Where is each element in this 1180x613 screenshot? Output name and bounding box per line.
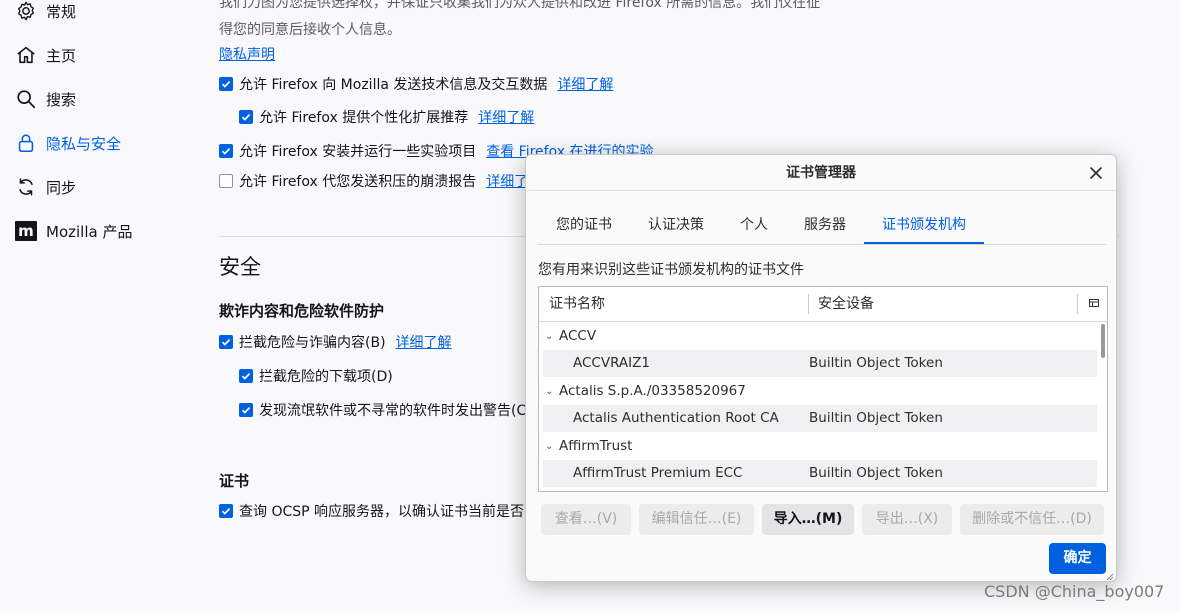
checkbox-label: 拦截危险与诈骗内容(B) [239, 335, 386, 351]
certificates-heading: 证书 [219, 472, 250, 490]
checkbox[interactable] [219, 504, 233, 518]
checkbox-label: 允许 Firefox 向 Mozilla 发送技术信息及交互数据 [239, 77, 548, 93]
sidebar-item-label: Mozilla 产品 [46, 222, 133, 241]
resize-grip-icon[interactable] [1104, 569, 1114, 581]
sidebar-item-sync[interactable]: 同步 [14, 172, 76, 202]
checkbox-label: 允许 Firefox 提供个性化扩展推荐 [259, 110, 469, 126]
sidebar-item-general[interactable]: 常规 [14, 0, 76, 26]
lock-icon [14, 131, 38, 155]
extension-recommend-option: 允许 Firefox 提供个性化扩展推荐 详细了解 [239, 107, 534, 127]
certificate-actions: 查看…(V) 编辑信任…(E) 导入…(M) 导出…(X) 删除或不信任…(D) [541, 504, 1107, 536]
certificate-manager-dialog: 证书管理器 您的证书 认证决策 个人 服务器 证书颁发机构 您有用来识别这些证书… [525, 154, 1117, 582]
tree-group-row[interactable]: ⌄ Actalis S.p.A./03358520967 [539, 378, 1097, 405]
group-name: ACCV [559, 328, 597, 344]
sidebar-item-label: 同步 [46, 178, 77, 197]
certificate-name: ACCVRAIZ1 [573, 355, 650, 371]
gear-icon [14, 0, 38, 23]
chevron-down-icon[interactable]: ⌄ [545, 378, 553, 405]
certificate-tabs: 您的证书 认证决策 个人 服务器 证书颁发机构 [538, 207, 1106, 245]
block-dangerous-downloads-option: 拦截危险的下载项(D) [239, 366, 393, 386]
certificate-name: Actalis Authentication Root CA [573, 410, 779, 426]
tab-your-certificates[interactable]: 您的证书 [538, 207, 630, 244]
certificate-row[interactable]: AffirmTrust Premium ECC Builtin Object T… [543, 460, 1097, 487]
home-icon [14, 43, 38, 67]
checkbox-label: 允许 Firefox 代您发送积压的崩溃报告 [239, 174, 477, 190]
sidebar-item-search[interactable]: 搜索 [14, 84, 76, 114]
privacy-notice-link[interactable]: 隐私声明 [219, 44, 275, 64]
tree-group-row[interactable]: ⌄ AffirmTrust [539, 433, 1097, 460]
checkbox[interactable] [239, 110, 253, 124]
privacy-intro-line1: 我们力图为您提供选择权，并保证只收集我们为众人提供和改进 Firefox 所需的… [219, 0, 821, 11]
sidebar-item-label: 隐私与安全 [46, 134, 122, 153]
crash-reports-option: 允许 Firefox 代您发送积压的崩溃报告 详细了解 [219, 171, 542, 191]
chevron-down-icon[interactable]: ⌄ [545, 323, 553, 350]
certificate-tree[interactable]: 证书名称 安全设备 ⌄ ACCV ACCVRAIZ1 Builtin Objec… [538, 286, 1108, 492]
tab-authorities[interactable]: 证书颁发机构 [864, 207, 984, 244]
import-button[interactable]: 导入…(M) [762, 504, 854, 535]
learn-more-link[interactable]: 详细了解 [396, 332, 452, 352]
security-device: Builtin Object Token [809, 355, 943, 371]
checkbox[interactable] [219, 174, 233, 188]
dialog-title: 证书管理器 [526, 155, 1116, 191]
watermark: CSDN @China_boy007 [984, 582, 1165, 601]
checkbox[interactable] [219, 144, 233, 158]
telemetry-option: 允许 Firefox 向 Mozilla 发送技术信息及交互数据 详细了解 [219, 74, 613, 94]
tab-people[interactable]: 个人 [722, 207, 786, 244]
sidebar-item-privacy[interactable]: 隐私与安全 [14, 128, 121, 158]
warn-unwanted-software-option: 发现流氓软件或不寻常的软件时发出警告(C) [239, 400, 532, 420]
checkbox[interactable] [239, 403, 253, 417]
checkbox[interactable] [219, 335, 233, 349]
export-button[interactable]: 导出…(X) [862, 504, 952, 535]
settings-sidebar: 常规 主页 搜索 隐私与安全 同步 m Mozilla 产品 [0, 0, 200, 613]
search-icon [14, 87, 38, 111]
checkbox-label: 查询 OCSP 响应服务器，以确认证书当前是否有效 [239, 504, 553, 520]
checkbox[interactable] [239, 369, 253, 383]
column-picker-icon[interactable] [1087, 296, 1101, 310]
ocsp-option: 查询 OCSP 响应服务器，以确认证书当前是否有效 [219, 501, 552, 521]
fraud-protection-heading: 欺诈内容和危险软件防护 [219, 302, 385, 320]
block-dangerous-content-option: 拦截危险与诈骗内容(B) 详细了解 [219, 332, 452, 352]
checkbox-label: 拦截危险的下载项(D) [259, 369, 393, 385]
sidebar-item-mozilla-products[interactable]: m Mozilla 产品 [14, 216, 132, 246]
checkbox-label: 发现流氓软件或不寻常的软件时发出警告(C) [259, 403, 532, 419]
view-button[interactable]: 查看…(V) [541, 504, 631, 535]
column-header-security-device[interactable]: 安全设备 [818, 287, 874, 321]
column-splitter[interactable] [1077, 294, 1078, 314]
close-icon[interactable] [1086, 163, 1106, 183]
tree-group-row[interactable]: ⌄ ACCV [539, 323, 1097, 350]
certificate-row[interactable]: Actalis Authentication Root CA Builtin O… [543, 405, 1097, 432]
security-device: Builtin Object Token [809, 410, 943, 426]
authorities-description: 您有用来识别这些证书颁发机构的证书文件 [538, 262, 804, 278]
tree-header: 证书名称 安全设备 [539, 287, 1107, 322]
sidebar-item-home[interactable]: 主页 [14, 40, 76, 70]
security-heading: 安全 [219, 255, 261, 279]
sync-icon [14, 175, 38, 199]
learn-more-link[interactable]: 详细了解 [478, 107, 534, 127]
sidebar-item-label: 常规 [46, 2, 77, 21]
certificate-name: AffirmTrust Premium ECC [573, 465, 743, 481]
tab-servers[interactable]: 服务器 [786, 207, 864, 244]
learn-more-link[interactable]: 详细了解 [557, 74, 613, 94]
certificate-row[interactable]: ACCVRAIZ1 Builtin Object Token [543, 350, 1097, 377]
tab-authentication-decisions[interactable]: 认证决策 [630, 207, 722, 244]
checkbox[interactable] [219, 77, 233, 91]
ok-button[interactable]: 确定 [1049, 543, 1106, 574]
sidebar-item-label: 搜索 [46, 90, 77, 109]
delete-distrust-button[interactable]: 删除或不信任…(D) [960, 504, 1104, 535]
privacy-intro-line2: 得您的同意后接收个人信息。 [219, 22, 401, 38]
column-header-cert-name[interactable]: 证书名称 [549, 287, 605, 321]
chevron-down-icon[interactable]: ⌄ [545, 433, 553, 460]
security-device: Builtin Object Token [809, 465, 943, 481]
sidebar-item-label: 主页 [46, 46, 77, 65]
checkbox-label: 允许 Firefox 安装并运行一些实验项目 [239, 144, 477, 160]
group-name: AffirmTrust [559, 438, 633, 454]
tree-scrollbar[interactable] [1101, 324, 1105, 358]
edit-trust-button[interactable]: 编辑信任…(E) [639, 504, 754, 535]
column-splitter[interactable] [808, 294, 809, 314]
mozilla-logo-icon: m [14, 219, 38, 243]
group-name: Actalis S.p.A./03358520967 [559, 383, 746, 399]
